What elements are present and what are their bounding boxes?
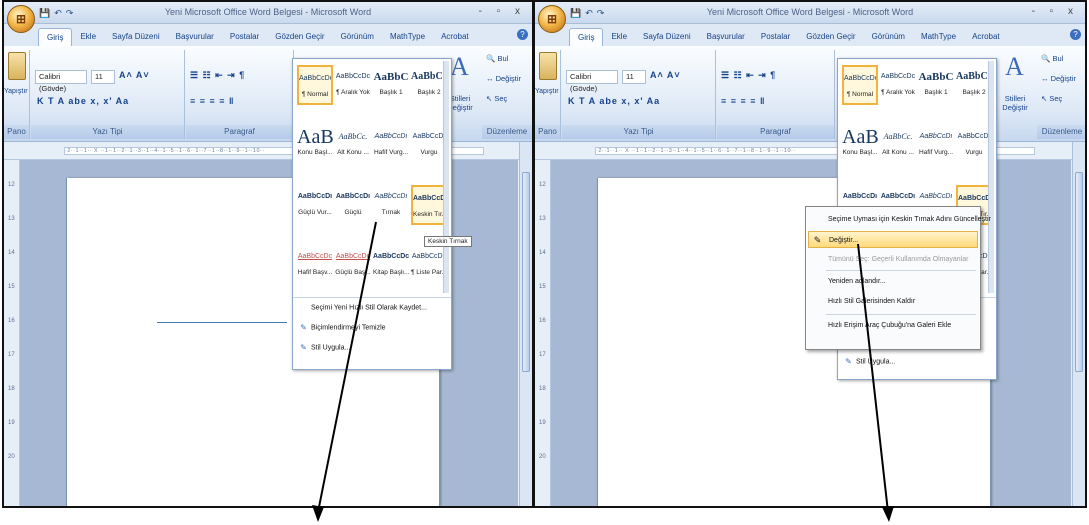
- annotation-arrows: [312, 221, 894, 522]
- arrow-right-head: [882, 506, 894, 522]
- arrow-left-line: [317, 221, 377, 513]
- arrow-left-head: [312, 505, 324, 522]
- arrow-right-line: [857, 243, 889, 513]
